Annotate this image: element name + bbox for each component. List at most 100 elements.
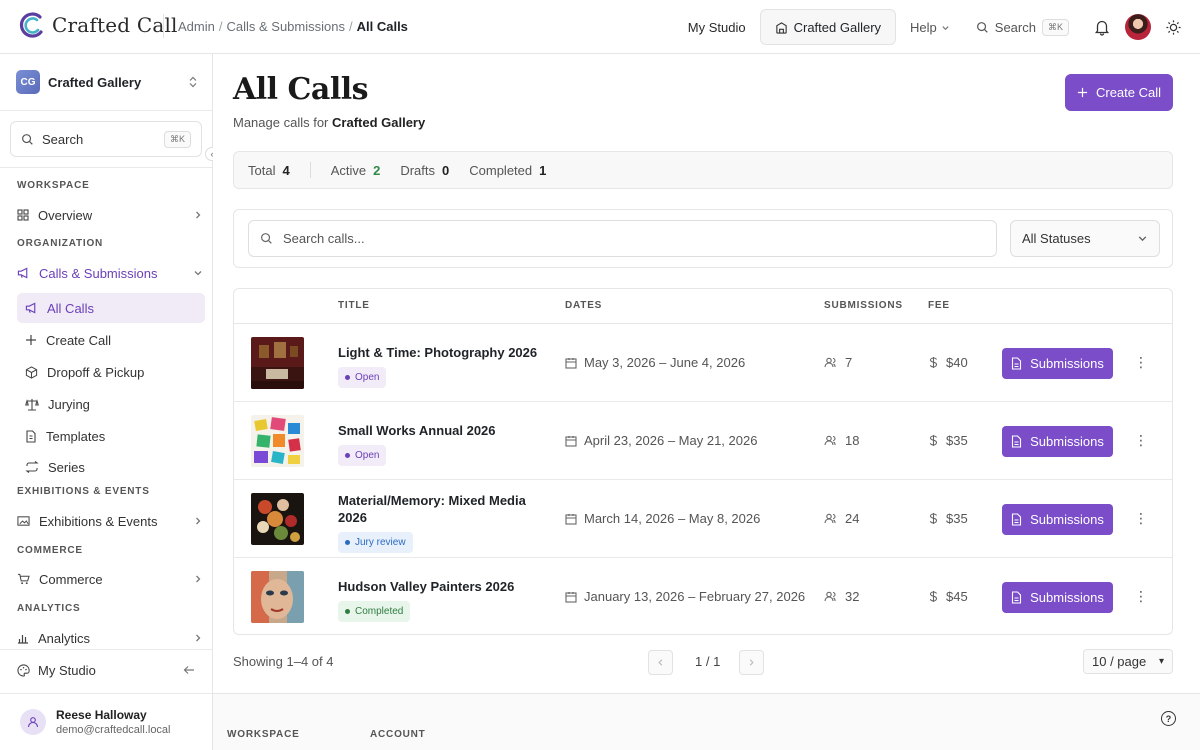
search-calls-input[interactable]: Search calls... [248, 220, 997, 257]
sidebar-search[interactable]: Search ⌘K [10, 121, 202, 157]
users-icon [824, 357, 836, 368]
top-bar: Crafted Call Admin / Calls & Submissions… [0, 0, 1200, 54]
search-shortcut: ⌘K [1041, 18, 1069, 36]
breadcrumb-admin[interactable]: Admin [178, 19, 215, 34]
row-menu-icon[interactable]: ⋮ [1134, 433, 1148, 447]
sidebar-item-overview[interactable]: Overview [17, 201, 205, 229]
call-fee: $40 [929, 355, 968, 370]
call-title[interactable]: Hudson Valley Painters 2026 [338, 578, 538, 595]
section-exhibitions: EXHIBITIONS & EVENTS [17, 486, 150, 497]
palette-icon [17, 663, 30, 677]
row-menu-icon[interactable]: ⋮ [1134, 589, 1148, 603]
help-icon[interactable]: ? [1161, 711, 1176, 726]
create-call-button[interactable]: Create Call [1065, 74, 1173, 111]
megaphone-icon [17, 267, 28, 279]
search-calls-placeholder: Search calls... [283, 231, 365, 246]
user-avatar[interactable] [1125, 14, 1151, 40]
dollar-icon [929, 435, 938, 446]
frame-icon [17, 516, 30, 526]
app-logo[interactable]: Crafted Call [18, 11, 178, 39]
col-submissions[interactable]: SUBMISSIONS [824, 300, 903, 311]
status-badge: Open [338, 445, 387, 466]
sidebar-item-label: Series [48, 459, 85, 475]
global-search[interactable]: Search ⌘K [976, 18, 1069, 36]
table-row[interactable]: Small Works Annual 2026 Open April 23, 2… [234, 402, 1172, 480]
calendar-icon [565, 435, 577, 447]
chevron-left-icon [658, 659, 663, 666]
row-menu-icon[interactable]: ⋮ [1134, 511, 1148, 525]
calls-table: TITLE DATES SUBMISSIONS FEE Light & Time… [233, 288, 1173, 635]
my-studio-footer-link[interactable]: My Studio [17, 660, 195, 680]
call-dates: March 14, 2026 – May 8, 2026 [565, 511, 760, 526]
call-thumbnail [251, 415, 304, 467]
prev-page-button[interactable] [648, 650, 673, 675]
table-row[interactable]: Material/Memory: Mixed Media 2026 Jury r… [234, 480, 1172, 558]
sidebar-item-create-call[interactable]: Create Call [17, 325, 205, 355]
user-email: demo@craftedcall.local [56, 724, 171, 736]
org-switcher[interactable]: CG Crafted Gallery [16, 69, 198, 95]
submissions-button[interactable]: Submissions [1002, 426, 1113, 457]
sidebar-user[interactable]: Reese Halloway demo@craftedcall.local [20, 708, 171, 736]
call-title[interactable]: Light & Time: Photography 2026 [338, 344, 538, 361]
calendar-icon [565, 591, 577, 603]
cart-icon [17, 573, 30, 585]
table-row[interactable]: Hudson Valley Painters 2026 Completed Ja… [234, 558, 1172, 634]
grid-icon [17, 209, 29, 221]
sidebar-item-commerce[interactable]: Commerce [17, 565, 205, 593]
next-page-button[interactable] [739, 650, 764, 675]
call-thumbnail [251, 571, 304, 623]
chevron-right-icon [196, 575, 201, 583]
status-badge: Jury review [338, 532, 413, 553]
col-title[interactable]: TITLE [338, 300, 370, 311]
call-title[interactable]: Material/Memory: Mixed Media 2026 [338, 492, 538, 526]
sidebar-item-analytics[interactable]: Analytics [17, 624, 205, 652]
sidebar-item-calls[interactable]: Calls & Submissions [17, 259, 205, 287]
sidebar-item-label: Overview [38, 207, 93, 223]
breadcrumb-calls[interactable]: Calls & Submissions [226, 19, 345, 34]
sidebar-item-label: Analytics [38, 630, 91, 646]
sidebar-item-label: Dropoff & Pickup [47, 364, 145, 380]
call-fee: $35 [929, 511, 968, 526]
gallery-switch-button[interactable]: Crafted Gallery [759, 9, 897, 45]
sidebar-item-exhibitions[interactable]: Exhibitions & Events [17, 507, 205, 535]
repeat-icon [25, 461, 39, 473]
submissions-button[interactable]: Submissions [1002, 348, 1113, 379]
col-fee[interactable]: FEE [928, 300, 950, 311]
dollar-icon [929, 513, 938, 524]
create-call-label: Create Call [1095, 85, 1162, 100]
sidebar-item-series[interactable]: Series [17, 452, 205, 482]
call-title[interactable]: Small Works Annual 2026 [338, 422, 538, 439]
sun-icon[interactable] [1165, 19, 1182, 36]
my-studio-link[interactable]: My Studio [688, 20, 746, 35]
filter-bar: Search calls... All Statuses [233, 209, 1173, 268]
sidebar-item-jurying[interactable]: Jurying [17, 389, 205, 419]
stat-completed: Completed 1 [469, 162, 547, 178]
help-menu[interactable]: Help [910, 20, 950, 35]
org-badge: CG [16, 70, 40, 94]
sidebar-item-all-calls[interactable]: All Calls [17, 293, 205, 323]
row-menu-icon[interactable]: ⋮ [1134, 355, 1148, 369]
col-dates[interactable]: DATES [565, 300, 602, 311]
call-thumbnail [251, 493, 304, 545]
call-submissions-count: 32 [824, 589, 859, 604]
submissions-button[interactable]: Submissions [1002, 582, 1113, 613]
section-analytics: ANALYTICS [17, 603, 81, 614]
stat-drafts: Drafts 0 [400, 162, 450, 178]
sidebar-search-shortcut: ⌘K [163, 130, 191, 148]
breadcrumb-current: All Calls [356, 18, 408, 34]
status-filter-select[interactable]: All Statuses [1010, 220, 1160, 257]
breadcrumb: Admin / Calls & Submissions / All Calls [163, 14, 408, 38]
sidebar-item-templates[interactable]: Templates [17, 421, 205, 451]
call-dates: May 3, 2026 – June 4, 2026 [565, 355, 745, 370]
sidebar-item-label: Commerce [39, 571, 103, 587]
sidebar-item-dropoff[interactable]: Dropoff & Pickup [17, 357, 205, 387]
table-row[interactable]: Light & Time: Photography 2026 Open May … [234, 324, 1172, 402]
users-icon [824, 435, 836, 446]
user-name: Reese Halloway [56, 708, 147, 722]
bell-icon[interactable] [1093, 18, 1111, 36]
submissions-button[interactable]: Submissions [1002, 504, 1113, 535]
plus-icon [26, 335, 36, 345]
call-dates: January 13, 2026 – February 27, 2026 [565, 589, 805, 604]
per-page-select[interactable]: 10 / page ▾ [1083, 649, 1173, 674]
section-workspace: WORKSPACE [17, 180, 90, 191]
